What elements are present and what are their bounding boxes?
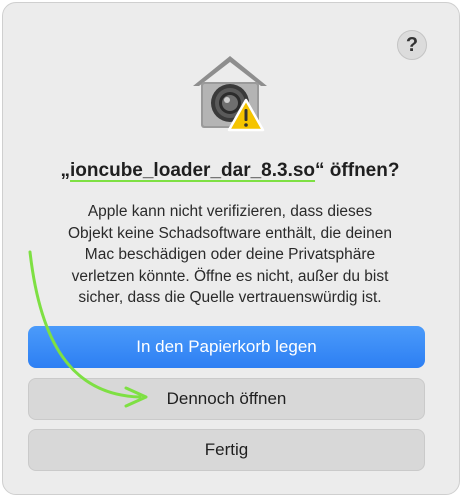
message-line: verletzen könnte. Öffne es nicht, außer … bbox=[71, 267, 389, 285]
message-line: Apple kann nicht verifizieren, dass dies… bbox=[87, 203, 373, 220]
title-filename: ioncube_loader_dar_8.3.so bbox=[70, 160, 316, 181]
message-line: Mac beschädigen oder deine Privatsphäre bbox=[84, 246, 376, 264]
message-line: sicher, dass die Quelle vertrauenswürdig… bbox=[78, 289, 382, 307]
message-line: Objekt keine Schadsoftware enthält, die … bbox=[68, 224, 392, 242]
title-open-quote: „ bbox=[60, 160, 71, 181]
done-button[interactable]: Fertig bbox=[28, 429, 425, 471]
move-to-trash-button[interactable]: In den Papierkorb legen bbox=[28, 326, 425, 368]
dialog-message: Apple kann nicht verifizieren, dass dies… bbox=[28, 201, 432, 309]
open-anyway-button[interactable]: Dennoch öffnen bbox=[28, 378, 425, 420]
title-suffix: “ öffnen? bbox=[315, 160, 400, 181]
gatekeeper-security-warning-icon bbox=[193, 56, 267, 132]
dialog-title: „ioncube_loader_dar_8.3.so“ öffnen? bbox=[0, 160, 460, 182]
help-button[interactable]: ? bbox=[397, 30, 427, 60]
